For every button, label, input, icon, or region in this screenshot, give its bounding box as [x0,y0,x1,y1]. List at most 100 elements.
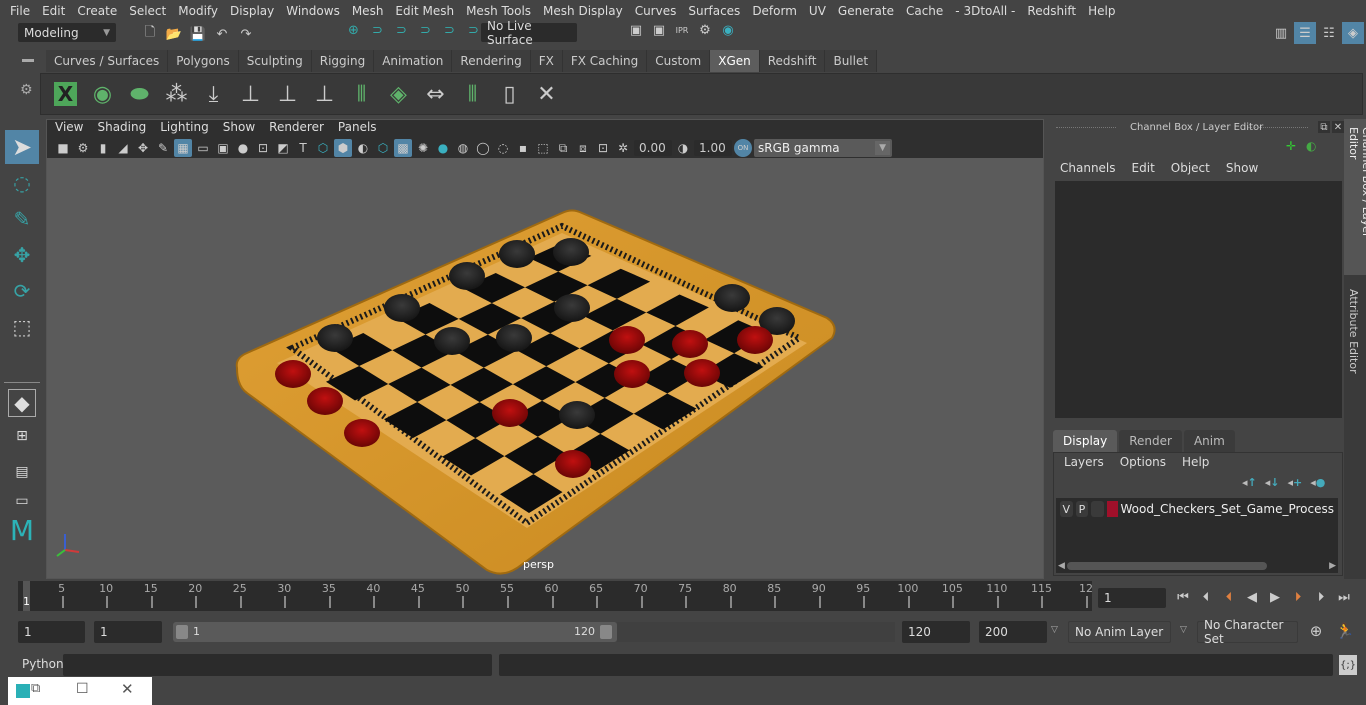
side-tab-attribute-editor[interactable]: Attribute Editor [1344,281,1363,382]
xray-joints-icon[interactable]: ⊡ [594,139,612,157]
layer-color-swatch[interactable] [1106,501,1118,517]
open-scene-icon[interactable]: 📂 [164,23,184,45]
menu-mesh-display[interactable]: Mesh Display [537,4,629,18]
go-to-start-icon[interactable]: ⏮ [1172,586,1194,608]
channels-edit-menu[interactable]: Edit [1124,161,1163,175]
xray-active-icon[interactable]: ⧈ [574,139,592,157]
menu-windows[interactable]: Windows [280,4,346,18]
outliner-toggle-icon[interactable]: ☰ [1294,22,1316,44]
color-management-toggle[interactable]: ON [734,139,752,157]
channels-menu[interactable]: Channels [1052,161,1124,175]
shelf-tab-xgen[interactable]: XGen [710,50,760,72]
channel-box-toggle-icon[interactable]: ◈ [1342,22,1364,44]
snap-point-icon[interactable]: ⊃ [391,23,412,38]
close-icon[interactable]: ✕ [1332,121,1344,133]
resolution-gate-icon[interactable]: ▣ [214,139,232,157]
undo-icon[interactable]: ↶ [212,23,232,45]
snap-surface-icon[interactable]: ⊃ [439,23,460,38]
guide-cage-icon[interactable]: ▯ [493,77,526,111]
menu-select[interactable]: Select [123,4,172,18]
menu-3dtoall[interactable]: - 3DtoAll - [949,4,1021,18]
viewport-menu-lighting[interactable]: Lighting [153,120,216,138]
anim-layer-selector[interactable]: No Anim Layer [1068,621,1171,643]
live-surface-field[interactable]: No Live Surface [481,19,577,47]
play-backwards-icon[interactable]: ◀ [1241,586,1263,608]
depth-of-field-icon[interactable]: ▪ [514,139,532,157]
go-to-end-icon[interactable]: ⏭ [1333,586,1355,608]
menu-deform[interactable]: Deform [746,4,803,18]
hypershade-icon[interactable]: ◉ [718,23,738,38]
safe-title-icon[interactable]: T [294,139,312,157]
viewport-menu-view[interactable]: View [48,120,90,138]
xray-icon[interactable]: ⧉ [554,139,572,157]
shelf-tab-redshift[interactable]: Redshift [759,50,826,72]
xgen-editor-icon[interactable]: X [49,77,82,111]
viewport-menu-shading[interactable]: Shading [90,120,153,138]
viewport-menu-renderer[interactable]: Renderer [262,120,331,138]
smooth-shade-icon[interactable]: ⬢ [334,139,352,157]
default-material-icon[interactable]: ⬡ [374,139,392,157]
attribute-editor-icon[interactable]: ☷ [1318,22,1340,44]
shelf-tab-rigging[interactable]: Rigging [311,50,375,72]
modeling-toolkit-icon[interactable]: ▥ [1270,22,1292,44]
shelf-tab-bullet[interactable]: Bullet [825,50,878,72]
gamma-field[interactable]: 1.00 [694,140,732,156]
delete-guides-icon[interactable]: ✕ [530,77,563,111]
show-guides-icon[interactable]: ⊥ [271,77,304,111]
scale-tool-icon[interactable]: ⬚ [5,310,39,344]
layer-options-menu[interactable]: Options [1112,455,1174,469]
redo-icon[interactable]: ↷ [236,23,256,45]
safe-action-icon[interactable]: ◩ [274,139,292,157]
layer-display-type-toggle[interactable] [1091,501,1104,517]
character-set-selector[interactable]: No Character Set [1197,618,1298,646]
menu-cache[interactable]: Cache [900,4,949,18]
playback-end-field[interactable]: 120 [902,621,970,643]
viewport-menu-panels[interactable]: Panels [331,120,384,138]
paint-select-tool-icon[interactable]: ✎ [5,202,39,236]
script-editor-icon[interactable]: {;} [1339,655,1357,675]
ambient-occlusion-icon[interactable]: ◍ [454,139,472,157]
layer-visibility-toggle[interactable]: V [1060,501,1073,517]
current-frame-field[interactable]: 1 [1098,588,1166,608]
perspective-viewport[interactable]: persp [47,158,1043,578]
step-forward-key-icon[interactable]: ⏵ [1287,586,1309,608]
snap-view-plane-icon[interactable]: ⊃ [415,23,436,38]
select-guides-icon[interactable]: ⫴ [456,77,489,111]
layer-row[interactable]: V P Wood_Checkers_Set_Game_Process [1056,498,1338,520]
scroll-thumb[interactable] [1066,562,1267,570]
menu-display[interactable]: Display [224,4,280,18]
layer-help-menu[interactable]: Help [1174,455,1217,469]
menu-curves[interactable]: Curves [629,4,683,18]
viewport-menu-show[interactable]: Show [216,120,262,138]
shadows-icon[interactable]: ● [434,139,452,157]
wireframe-icon[interactable]: ⬡ [314,139,332,157]
channels-show-menu[interactable]: Show [1218,161,1266,175]
anti-aliasing-icon[interactable]: ◌ [494,139,512,157]
scroll-right-icon[interactable]: ▶ [1327,561,1338,571]
ipr-render-icon[interactable]: IPR [672,23,692,38]
snap-grid-icon[interactable]: ⊕ [343,23,364,38]
layer-scrollbar[interactable]: ◀ ▶ [1056,559,1338,573]
gear-icon[interactable]: ⚙ [18,82,38,98]
image-plane-icon[interactable]: ◢ [114,139,132,157]
layers-menu[interactable]: Layers [1058,455,1112,469]
four-view-layout-icon[interactable]: ⊞ [5,419,39,453]
shelf-tab-custom[interactable]: Custom [647,50,711,72]
menu-modify[interactable]: Modify [172,4,224,18]
graph-layout-icon[interactable]: ▭ [5,491,39,511]
2d-pan-zoom-icon[interactable]: ✥ [134,139,152,157]
outliner-layout-icon[interactable]: ▤ [5,455,39,489]
add-guide-icon[interactable]: ⊥ [234,77,267,111]
film-gate-icon[interactable]: ▭ [194,139,212,157]
animation-preferences-icon[interactable]: 🏃 [1335,621,1355,641]
menu-generate[interactable]: Generate [832,4,900,18]
restore-icon[interactable]: ⧉ [31,681,40,696]
character-set-dropdown-icon[interactable]: ▽ [1180,625,1187,635]
move-tool-icon[interactable]: ✥ [5,238,39,272]
rotate-tool-icon[interactable]: ⟳ [5,274,39,308]
wireframe-on-shaded-icon[interactable]: ◐ [354,139,372,157]
anim-layer-dropdown-icon[interactable]: ▽ [1051,625,1058,635]
xgen-preview-icon[interactable]: ◉ [86,77,119,111]
maximize-icon[interactable]: ☐ [76,681,89,697]
menu-edit[interactable]: Edit [36,4,71,18]
